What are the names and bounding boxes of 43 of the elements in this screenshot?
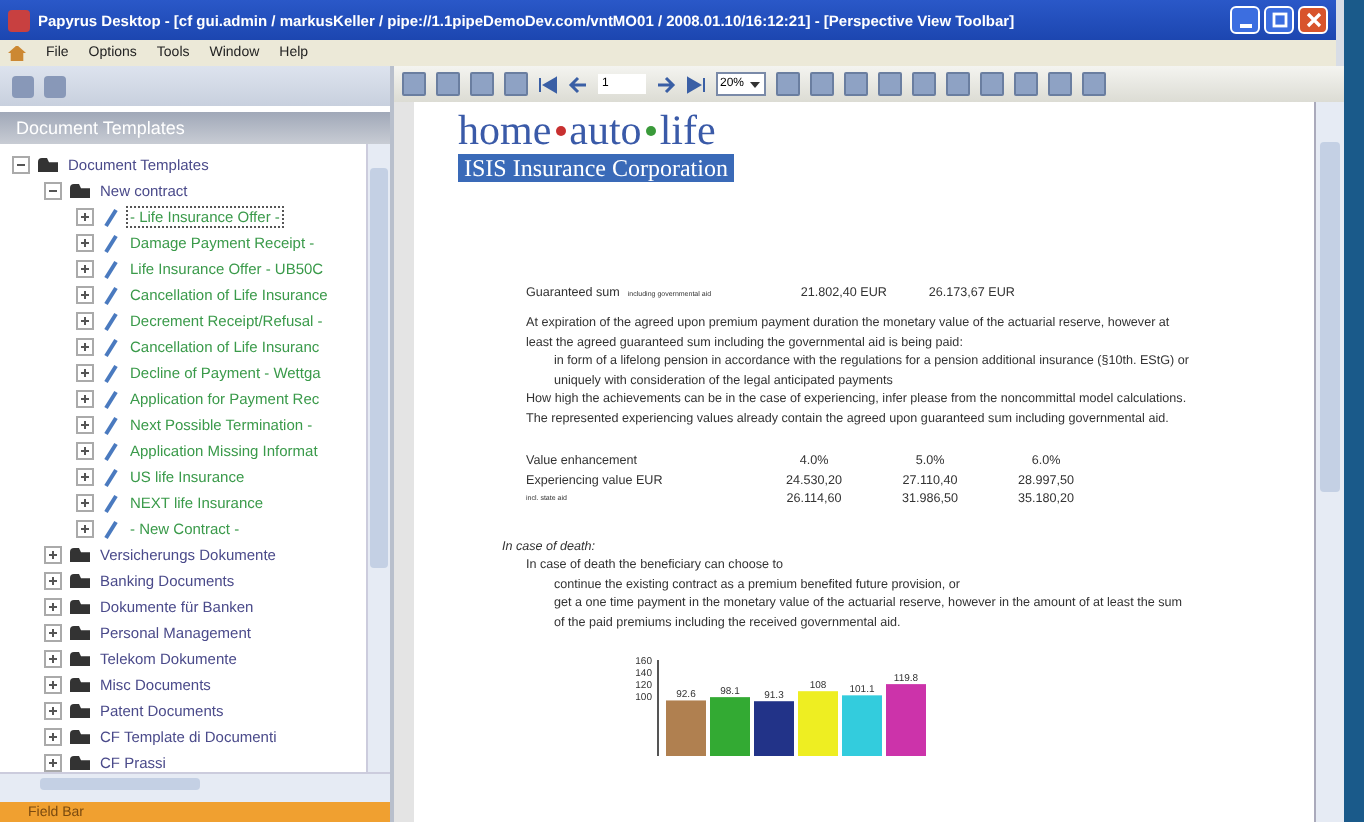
home-icon xyxy=(8,45,26,61)
expander-icon[interactable] xyxy=(44,650,62,668)
expander-icon[interactable] xyxy=(76,364,94,382)
expander-icon[interactable] xyxy=(44,676,62,694)
close-button[interactable] xyxy=(1298,6,1328,34)
expander-icon[interactable] xyxy=(76,390,94,408)
expander-icon[interactable] xyxy=(44,754,62,772)
maximize-icon xyxy=(1271,12,1287,28)
expander-icon[interactable] xyxy=(44,728,62,746)
expander-icon[interactable] xyxy=(76,338,94,356)
first-page-icon[interactable] xyxy=(538,75,558,93)
minimize-button[interactable] xyxy=(1230,6,1260,34)
last-page-icon[interactable] xyxy=(686,75,706,93)
app-icon xyxy=(8,9,30,31)
next-page-icon[interactable] xyxy=(656,75,676,93)
expander-icon[interactable] xyxy=(44,572,62,590)
expander-icon[interactable] xyxy=(76,234,94,252)
scrollbar[interactable] xyxy=(366,144,390,772)
expander-icon[interactable] xyxy=(76,468,94,486)
expander-icon[interactable] xyxy=(76,286,94,304)
scrollbar[interactable] xyxy=(1314,102,1344,822)
expander-icon[interactable] xyxy=(76,494,94,512)
previous-page-icon[interactable] xyxy=(568,75,588,93)
expander-icon[interactable] xyxy=(76,520,94,538)
expander-icon[interactable] xyxy=(76,312,94,330)
logo-text: home auto life xyxy=(458,110,718,150)
expander-icon[interactable] xyxy=(76,416,94,434)
close-icon xyxy=(1305,12,1321,28)
expander-icon[interactable] xyxy=(44,702,62,720)
expander-icon[interactable] xyxy=(44,624,62,642)
logo-subtitle: ISIS Insurance Corporation xyxy=(458,154,734,182)
expander-icon[interactable] xyxy=(76,208,94,226)
caret-icon xyxy=(748,77,763,91)
panel-header: Document Templates xyxy=(0,112,390,144)
expander-icon[interactable] xyxy=(44,598,62,616)
expander-icon[interactable] xyxy=(76,442,94,460)
expander-icon[interactable] xyxy=(44,546,62,564)
y-axis xyxy=(635,656,659,757)
expander-icon[interactable] xyxy=(12,156,30,174)
expander-icon[interactable] xyxy=(44,182,62,200)
maximize-button[interactable] xyxy=(1264,6,1294,34)
scrollbar[interactable] xyxy=(0,772,390,802)
expander-icon[interactable] xyxy=(76,260,94,278)
